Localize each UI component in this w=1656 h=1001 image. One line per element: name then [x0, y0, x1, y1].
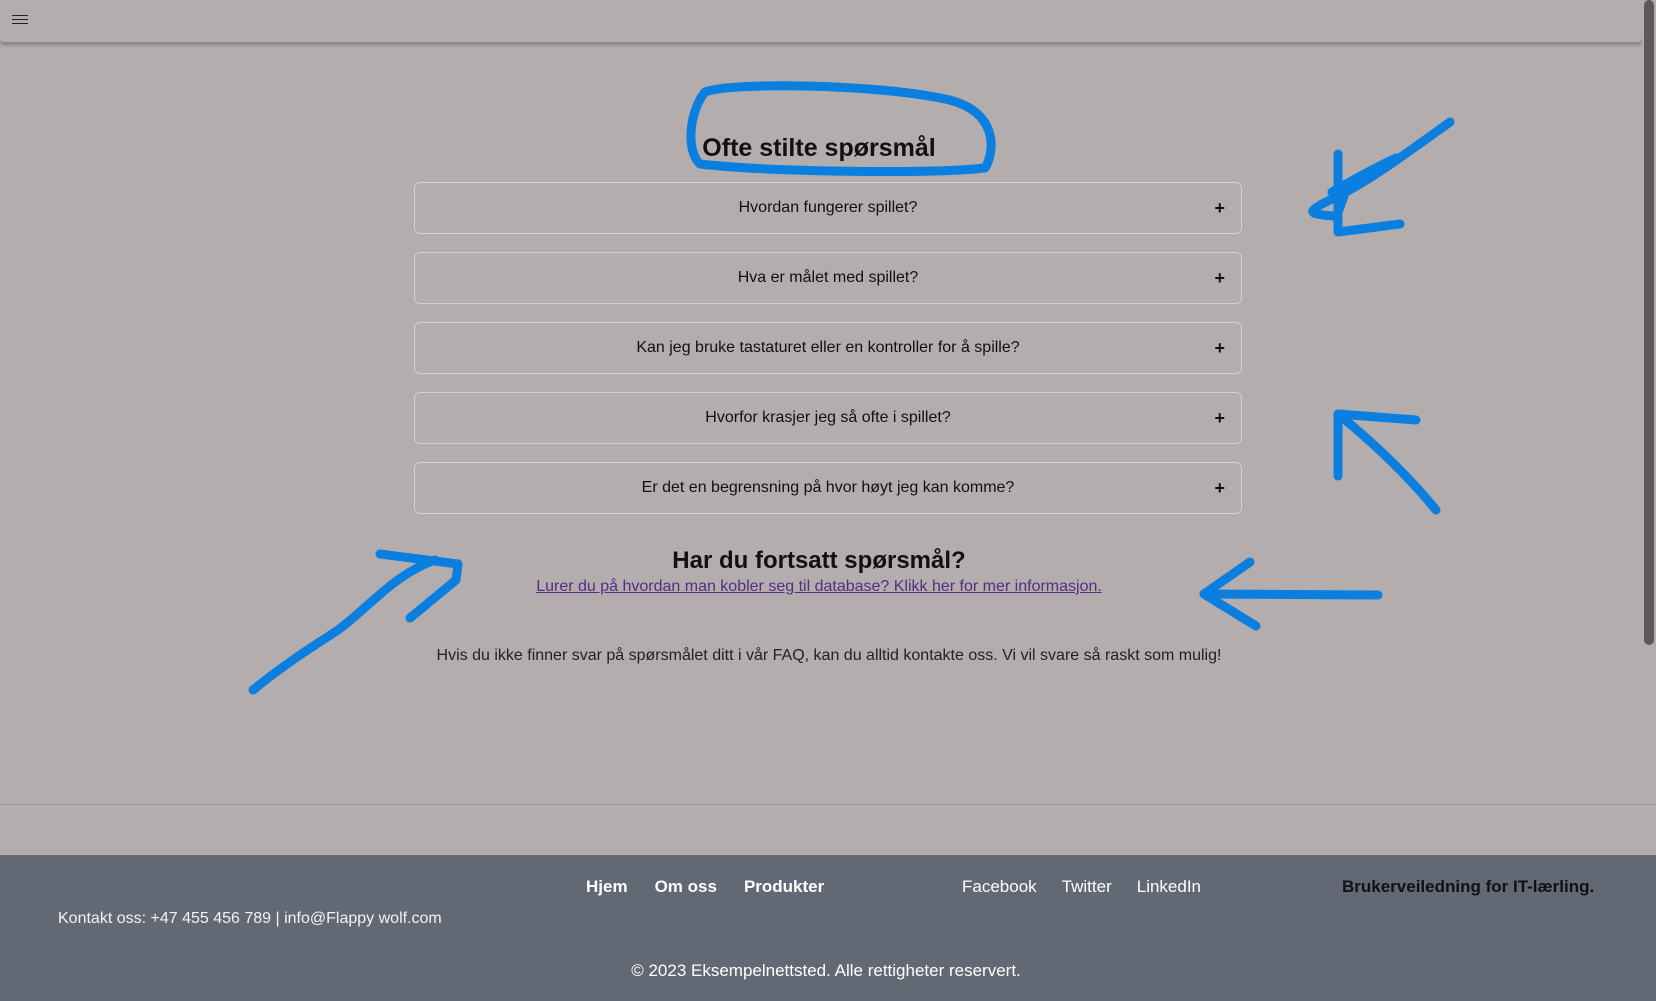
plus-icon[interactable]: + [1214, 393, 1225, 443]
hamburger-menu-icon[interactable] [12, 12, 28, 28]
footer-guide-label: Brukerveiledning for IT-lærling. [1342, 877, 1595, 896]
footer: Hjem Om oss Produkter Facebook Twitter L… [0, 855, 1656, 1001]
faq-question: Hvorfor krasjer jeg så ofte i spillet? [705, 409, 951, 426]
faq-list: Hvordan fungerer spillet? + Hva er målet… [414, 182, 1242, 532]
contact-info-text: Hvis du ikke finner svar på spørsmålet d… [436, 647, 1222, 664]
faq-question: Er det en begrensning på hvor høyt jeg k… [641, 479, 1015, 496]
more-questions-title: Har du fortsatt spørsmål? [672, 547, 966, 574]
faq-item[interactable]: Kan jeg bruke tastaturet eller en kontro… [414, 322, 1242, 374]
plus-icon[interactable]: + [1214, 463, 1225, 513]
footer-copyright: © 2023 Eksempelnettsted. Alle rettighete… [631, 961, 1021, 980]
plus-icon[interactable]: + [1214, 253, 1225, 303]
footer-link-twitter[interactable]: Twitter [1062, 877, 1112, 897]
scrollbar-track[interactable] [1642, 0, 1656, 855]
plus-icon[interactable]: + [1214, 323, 1225, 373]
faq-question: Hva er målet med spillet? [737, 269, 919, 286]
faq-item[interactable]: Er det en begrensning på hvor høyt jeg k… [414, 462, 1242, 514]
faq-item[interactable]: Hva er målet med spillet? + [414, 252, 1242, 304]
footer-link-products[interactable]: Produkter [744, 877, 824, 897]
faq-title: Ofte stilte spørsmål [702, 134, 936, 162]
plus-icon[interactable]: + [1214, 183, 1225, 233]
footer-link-facebook[interactable]: Facebook [962, 877, 1037, 897]
database-info-link[interactable]: Lurer du på hvordan man kobler seg til d… [0, 578, 1656, 596]
faq-item[interactable]: Hvordan fungerer spillet? + [414, 182, 1242, 234]
faq-question: Hvordan fungerer spillet? [738, 199, 918, 216]
footer-link-about[interactable]: Om oss [655, 877, 717, 897]
footer-social: Facebook Twitter LinkedIn [962, 877, 1201, 897]
faq-item[interactable]: Hvorfor krasjer jeg så ofte i spillet? + [414, 392, 1242, 444]
footer-link-home[interactable]: Hjem [586, 877, 628, 897]
footer-nav: Hjem Om oss Produkter [586, 877, 824, 897]
annotation-arrow [1333, 409, 1441, 515]
faq-question: Kan jeg bruke tastaturet eller en kontro… [636, 339, 1020, 356]
divider [0, 804, 1656, 805]
footer-link-linkedin[interactable]: LinkedIn [1137, 877, 1201, 897]
footer-contact: Kontakt oss: +47 455 456 789 | info@Flap… [58, 910, 442, 927]
top-bar [0, 0, 1642, 43]
